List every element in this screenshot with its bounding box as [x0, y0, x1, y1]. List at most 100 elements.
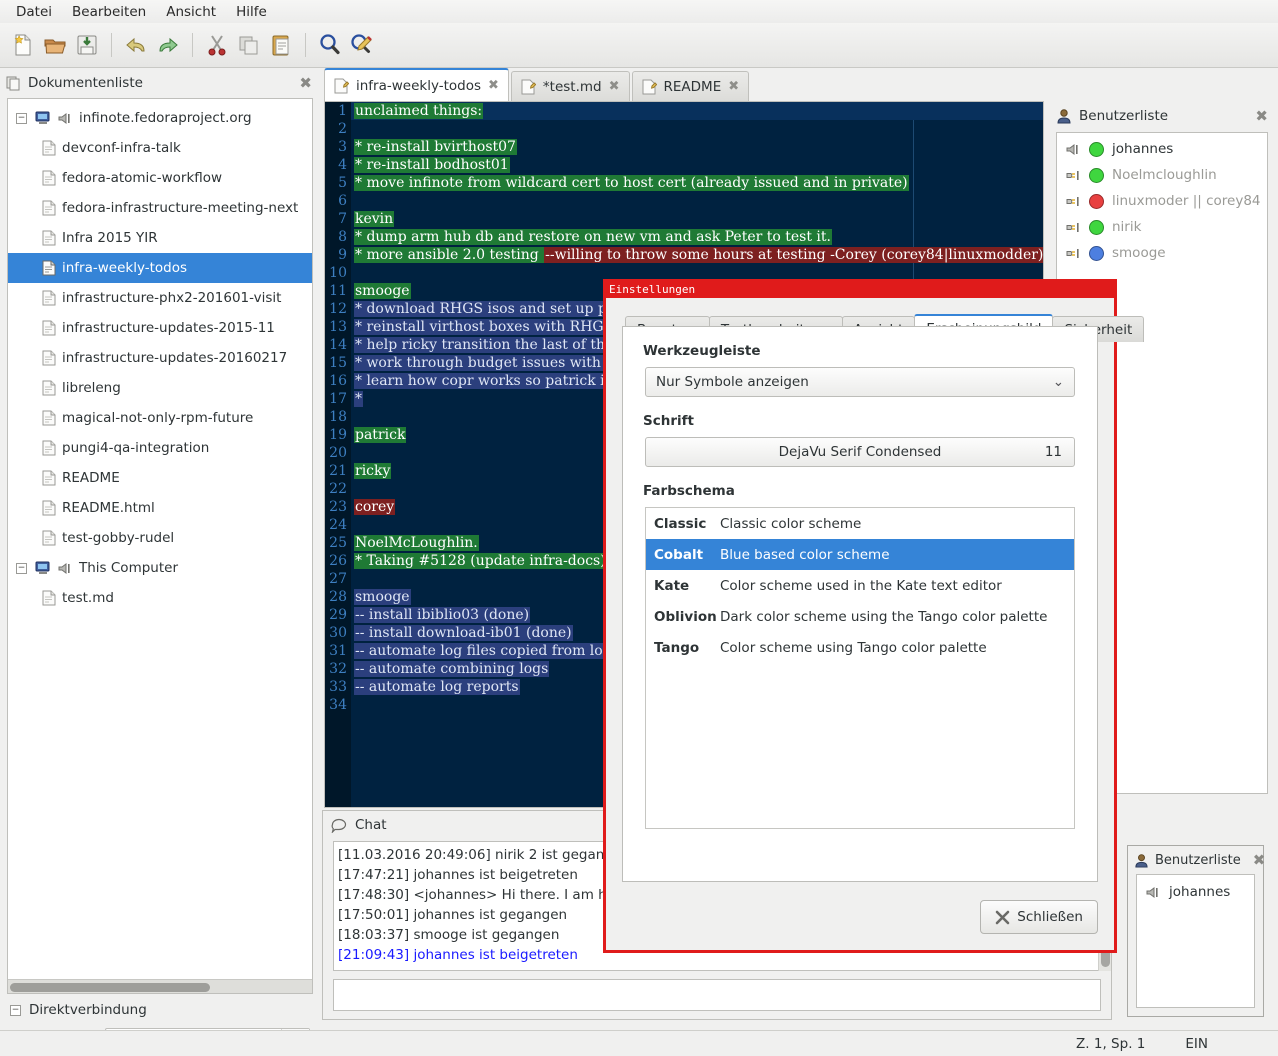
list-item[interactable]: test-gobby-rudel [8, 523, 312, 553]
line-text: * re-install bodhost01 [351, 156, 510, 174]
list-item[interactable]: devconf-infra-talk [8, 133, 312, 163]
editor-line[interactable]: 9* more ansible 2.0 testing --willing to… [325, 246, 1043, 264]
list-item[interactable]: johannes [1137, 879, 1254, 905]
list-item[interactable]: infrastructure-updates-2015-11 [8, 313, 312, 343]
line-number: 32 [325, 660, 351, 678]
file-icon [42, 500, 56, 516]
list-item-label: README [62, 470, 120, 486]
file-icon [42, 410, 56, 426]
cut-icon[interactable] [202, 30, 232, 60]
list-item[interactable]: smooge [1057, 240, 1267, 266]
list-item[interactable]: libreleng [8, 373, 312, 403]
line-text: * [351, 390, 363, 408]
document-list-panel[interactable]: − infinote.fedorapr [7, 98, 313, 994]
list-item[interactable]: test.md [8, 583, 312, 613]
editor-line[interactable]: 3* re-install bvirthost07 [325, 138, 1043, 156]
application-window: Datei Bearbeiten Ansicht Hilfe [0, 0, 1278, 1056]
text-span: * work through budget issues with p [354, 355, 615, 371]
list-item[interactable]: Infra 2015 YIR [8, 223, 312, 253]
line-number: 8 [325, 228, 351, 246]
collapse-icon[interactable]: − [10, 1005, 21, 1016]
close-icon[interactable]: ✖ [299, 74, 312, 92]
list-item[interactable]: nirik [1057, 214, 1267, 240]
line-text: * dump arm hub db and restore on new vm … [351, 228, 832, 246]
tree-group-this-computer[interactable]: − This Computer [8, 553, 312, 583]
floating-user-list-body[interactable]: johannes [1136, 874, 1255, 1008]
menu-ansicht[interactable]: Ansicht [156, 2, 226, 22]
search-icon[interactable] [315, 30, 345, 60]
list-item[interactable]: README [8, 463, 312, 493]
floating-user-list-title: Benutzerliste [1155, 853, 1241, 868]
tree-group-infinote[interactable]: − infinote.fedorapr [8, 103, 312, 133]
list-item[interactable]: fedora-infrastructure-meeting-next [8, 193, 312, 223]
tab-infra-weekly-todos[interactable]: infra-weekly-todos ✖ [324, 68, 509, 101]
collapse-icon[interactable]: − [16, 563, 27, 574]
chevron-down-icon: ⌄ [1053, 374, 1064, 390]
redo-icon[interactable] [153, 30, 183, 60]
find-replace-icon[interactable] [347, 30, 377, 60]
font-select-button[interactable]: DejaVu Serif Condensed 11 [645, 437, 1075, 467]
editor-line[interactable]: 6 [325, 192, 1043, 210]
list-item-label: test-gobby-rudel [62, 530, 174, 546]
color-scheme-row[interactable]: ClassicClassic color scheme [646, 508, 1074, 539]
list-item[interactable]: pungi4-qa-integration [8, 433, 312, 463]
color-scheme-row[interactable]: KateColor scheme used in the Kate text e… [646, 570, 1074, 601]
list-item[interactable]: infrastructure-phx2-201601-visit [8, 283, 312, 313]
line-text [351, 480, 354, 498]
list-item[interactable]: johannes [1057, 136, 1267, 162]
close-icon[interactable]: ✖ [609, 79, 620, 94]
list-item[interactable]: Noelmcloughlin [1057, 162, 1267, 188]
collapse-icon[interactable]: − [16, 113, 27, 124]
list-item[interactable]: fedora-atomic-workflow [8, 163, 312, 193]
copy-icon[interactable] [234, 30, 264, 60]
editor-line[interactable]: 2 [325, 120, 1043, 138]
menu-hilfe[interactable]: Hilfe [226, 2, 277, 22]
new-document-icon[interactable] [8, 30, 38, 60]
editor-line[interactable]: 4* re-install bodhost01 [325, 156, 1043, 174]
list-item-selected[interactable]: infra-weekly-todos [8, 253, 312, 283]
tab-readme[interactable]: README ✖ [632, 71, 750, 101]
close-button[interactable]: Schließen [980, 900, 1098, 934]
close-icon[interactable]: ✖ [1253, 851, 1266, 869]
scrollbar-thumb[interactable] [10, 983, 210, 992]
tab-test-md[interactable]: *test.md ✖ [511, 71, 630, 101]
tab-label: infra-weekly-todos [356, 78, 481, 94]
color-scheme-list[interactable]: ClassicClassic color schemeCobaltBlue ba… [645, 507, 1075, 829]
close-icon[interactable]: ✖ [1255, 107, 1268, 125]
editor-line[interactable]: 1unclaimed things: [325, 102, 1043, 120]
toolbar-style-select[interactable]: Nur Symbole anzeigen ⌄ [645, 367, 1075, 397]
undo-icon[interactable] [121, 30, 151, 60]
line-number: 22 [325, 480, 351, 498]
text-span: kevin [354, 211, 394, 227]
list-item[interactable]: README.html [8, 493, 312, 523]
horizontal-scrollbar[interactable] [8, 979, 312, 993]
editor-line[interactable]: 7kevin [325, 210, 1043, 228]
speaker-icon [57, 562, 73, 575]
menu-datei[interactable]: Datei [6, 2, 62, 22]
close-icon[interactable]: ✖ [728, 79, 739, 94]
line-text: * move infinote from wildcard cert to ho… [351, 174, 909, 192]
edit-document-icon [642, 79, 657, 95]
close-icon[interactable]: ✖ [488, 78, 499, 93]
save-document-icon[interactable] [72, 30, 102, 60]
paste-icon[interactable] [266, 30, 296, 60]
plug-icon [1065, 195, 1081, 208]
document-list-dock: Dokumentenliste ✖ − [0, 68, 320, 1056]
editor-line[interactable]: 5* move infinote from wildcard cert to h… [325, 174, 1043, 192]
color-scheme-description: Dark color scheme using the Tango color … [714, 609, 1047, 625]
list-item[interactable]: magical-not-only-rpm-future [8, 403, 312, 433]
color-scheme-row[interactable]: OblivionDark color scheme using the Tang… [646, 601, 1074, 632]
list-item-label: test.md [62, 590, 114, 606]
color-scheme-row[interactable]: CobaltBlue based color scheme [646, 539, 1074, 570]
direct-connection-header[interactable]: − Direktverbindung [10, 1002, 310, 1018]
color-scheme-row[interactable]: TangoColor scheme using Tango color pale… [646, 632, 1074, 663]
color-scheme-name: Oblivion [646, 609, 714, 625]
text-span: -- install download-ib01 (done) [354, 625, 573, 641]
open-document-icon[interactable] [40, 30, 70, 60]
close-button-label: Schließen [1017, 909, 1083, 925]
chat-input[interactable] [333, 979, 1101, 1011]
menu-bearbeiten[interactable]: Bearbeiten [62, 2, 156, 22]
list-item[interactable]: linuxmoder || corey84 [1057, 188, 1267, 214]
list-item[interactable]: infrastructure-updates-20160217 [8, 343, 312, 373]
editor-line[interactable]: 8* dump arm hub db and restore on new vm… [325, 228, 1043, 246]
